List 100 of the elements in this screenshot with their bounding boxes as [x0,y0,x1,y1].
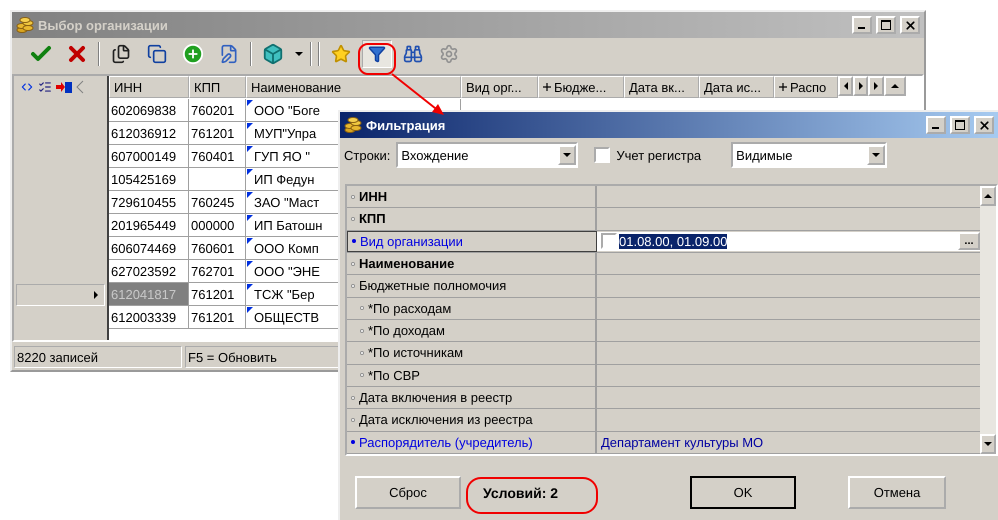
dropdown-button[interactable] [558,145,576,165]
more-columns-button[interactable] [868,76,884,96]
caret-icon [984,440,992,448]
table-cell: 612003339 [109,306,189,329]
table-cell: 761201 [189,306,246,329]
caret-icon [984,192,992,200]
table-cell [189,168,246,191]
column-header[interactable]: Вид орг... [461,76,538,98]
link-marker-icon [543,83,551,91]
table-cell: 612036912 [109,122,189,145]
status-text: 8220 записей [14,346,182,368]
scroll-up-button[interactable] [980,186,996,206]
caret-icon [563,151,572,159]
dropdown-button[interactable] [867,145,886,165]
close-button[interactable] [900,16,920,34]
corner-marker-icon [247,284,253,290]
property-row[interactable]: *По источникам [347,342,597,364]
case-checkbox[interactable] [594,147,610,163]
filter-icon[interactable] [362,40,392,68]
property-row[interactable]: *По СВР [347,364,597,386]
annotation-arrow [391,73,444,115]
ok-button[interactable]: OK [690,476,796,509]
browse-button[interactable]: ... [958,232,980,250]
corner-marker-icon [247,261,253,267]
jump-to-record-icon[interactable] [56,80,72,94]
column-header[interactable]: Бюдже... [538,76,624,98]
corner-marker-icon [247,100,253,106]
scroll-right-button[interactable] [853,76,868,96]
status-text: F5 = Обновить [185,346,340,368]
highlight-ring [358,43,396,75]
reset-button[interactable]: Сброс [355,476,461,509]
match-mode-dropdown[interactable]: Вхождение [396,142,578,168]
table-cell: 760601 [189,237,246,260]
corner-marker-icon [247,307,253,313]
table-cell: 760401 [189,145,246,168]
table-cell: 606074469 [109,237,189,260]
property-row[interactable]: Наименование [347,252,597,274]
checklist-icon[interactable] [38,80,52,94]
maximize-icon [955,120,965,130]
property-row[interactable]: *По доходам [347,320,597,342]
property-row[interactable]: Дата исключения из реестра [347,409,597,431]
property-row[interactable]: КПП [347,208,597,230]
conditions-count: Условий: 2 [483,484,558,500]
table-cell: 760201 [189,99,246,122]
property-value[interactable]: 01.08.00, 01.09.00 [619,234,728,249]
column-header[interactable]: ИНН [109,76,189,98]
property-row[interactable]: *По расходам [347,298,597,319]
scroll-down-button[interactable] [980,434,996,454]
table-cell: 607000149 [109,145,189,168]
caret-icon [295,50,303,58]
column-header[interactable]: Дата вк... [624,76,699,98]
column-header[interactable]: Наименование [246,76,461,98]
table-cell: 602069838 [109,99,189,122]
minimize-button[interactable] [926,116,946,134]
scroll-left-button[interactable] [838,76,853,96]
close-icon [904,18,916,32]
value-checkbox[interactable] [601,233,617,250]
collapse-icon[interactable] [76,80,84,94]
table-cell: 612041817 [109,283,189,306]
table-cell: 105425169 [109,168,189,191]
case-label: Учет регистра [616,148,702,162]
corner-marker-icon [247,215,253,221]
table-cell: 761201 [189,122,246,145]
visibility-dropdown[interactable]: Видимые [731,142,888,168]
table-cell: 761201 [189,283,246,306]
coins-icon [344,116,362,134]
caret-icon [891,82,899,90]
rows-label: Строки: [344,148,390,162]
cancel-button[interactable]: Отмена [848,476,946,509]
table-cell: 760245 [189,191,246,214]
close-icon [978,118,990,132]
property-row[interactable]: Бюджетные полномочия [347,275,597,297]
caret-icon [92,291,100,299]
property-row[interactable]: Вид организации [347,230,597,252]
table-cell: 729610455 [109,191,189,214]
column-header[interactable]: Дата ис... [699,76,774,98]
window-title: Выбор организации [38,18,169,32]
table-cell: 000000 [189,214,246,237]
close-button[interactable] [974,116,994,134]
maximize-button[interactable] [876,16,896,34]
property-row[interactable]: Распорядитель (учредитель) [347,432,597,453]
corner-marker-icon [247,146,253,152]
corner-marker-icon [247,192,253,198]
table-cell: 762701 [189,260,246,283]
link-marker-icon [779,83,787,91]
coins-icon [16,16,34,34]
corner-marker-icon [247,123,253,129]
column-header[interactable]: КПП [189,76,246,98]
scroll-up-button[interactable] [884,76,906,96]
property-value: Департамент культуры МО [601,434,764,450]
column-header[interactable]: Распо [774,76,838,98]
table-cell: 627023592 [109,260,189,283]
maximize-button[interactable] [950,116,970,134]
property-row[interactable]: ИНН [347,186,597,208]
corner-marker-icon [247,169,253,175]
caret-icon [872,151,880,159]
corner-marker-icon [247,238,253,244]
minimize-button[interactable] [852,16,872,34]
maximize-icon [881,20,891,30]
property-row[interactable]: Дата включения в реестр [347,386,597,408]
